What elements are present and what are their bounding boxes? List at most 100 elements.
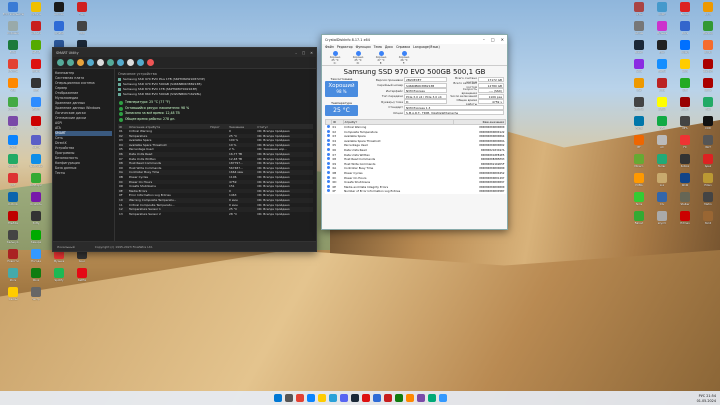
table-row[interactable]: 13 Temperature Sensor 2 28 °C OK: Всегда пр… — [118, 212, 313, 217]
crystaldiskinfo-window[interactable]: CrystalDiskInfo 8.17.1 x64 – □ ✕ Файл Ред… — [321, 34, 508, 230]
taskbar-app-icon[interactable] — [438, 394, 447, 402]
health-badge[interactable]: Хороший 98 % — [325, 81, 358, 97]
desktop-shortcut[interactable]: CS2 — [628, 78, 650, 97]
desktop-shortcut[interactable]: Civ — [651, 192, 673, 211]
clock-time[interactable]: 21:54 — [706, 394, 716, 398]
desktop-shortcut[interactable]: Fraps — [71, 2, 93, 21]
taskbar-app-icon[interactable] — [405, 394, 414, 402]
desktop-shortcut[interactable]: Apex — [697, 154, 719, 173]
desktop-shortcut[interactable]: Steam — [628, 40, 650, 59]
desktop-shortcut[interactable]: Uplay — [674, 40, 696, 59]
desktop-shortcut[interactable]: Hitman — [674, 211, 696, 230]
desktop-shortcut[interactable]: WoT — [697, 135, 719, 154]
desktop-shortcut[interactable]: Wargam — [697, 59, 719, 78]
menu-item[interactable]: Language(Язык) — [413, 45, 440, 49]
desktop-shortcut[interactable]: AC — [651, 135, 673, 154]
minimize-icon[interactable]: – — [483, 37, 485, 42]
desktop-shortcut[interactable]: PDF — [2, 173, 24, 192]
disk-tab[interactable]: Хорошо 27 °C E: — [371, 51, 391, 65]
desktop-shortcut[interactable]: Игры — [628, 2, 650, 21]
desktop-shortcut[interactable]: FileZilla — [2, 211, 24, 230]
desktop-shortcut[interactable]: Forza — [628, 116, 650, 135]
desktop-shortcut[interactable]: GOG — [628, 59, 650, 78]
desktop-shortcut[interactable]: Dota — [651, 78, 673, 97]
cdi-titlebar[interactable]: CrystalDiskInfo 8.17.1 x64 – □ ✕ — [322, 35, 507, 44]
desktop-shortcut[interactable]: COD — [697, 116, 719, 135]
desktop-shortcut[interactable]: Doom — [674, 97, 696, 116]
language-indicator[interactable]: РУС — [699, 394, 705, 398]
desktop-shortcut[interactable]: Zoom — [25, 97, 47, 116]
desktop-shortcut[interactable]: NFS — [674, 116, 696, 135]
desktop-shortcut[interactable]: Halo — [697, 97, 719, 116]
tools-icon[interactable] — [127, 59, 134, 66]
menu-item[interactable]: Справка — [396, 45, 410, 49]
desktop-shortcut[interactable]: Store — [2, 268, 24, 287]
desktop-shortcut[interactable]: MSI — [25, 116, 47, 135]
bios-icon[interactable] — [107, 59, 114, 66]
clock-date[interactable]: 01.05.2024 — [697, 399, 716, 404]
desktop-shortcut[interactable]: RDR2 — [697, 78, 719, 97]
desktop-shortcut[interactable]: Фото — [697, 2, 719, 21]
taskbar-app-icon[interactable] — [350, 394, 359, 402]
desktop-shortcut[interactable]: KMPlayer — [25, 173, 47, 192]
disk-tab[interactable]: Хорошо 25 °C D: — [348, 51, 368, 65]
desktop-shortcut[interactable]: Tomb — [697, 211, 719, 230]
smart-row[interactable]: 0F Number of Error Information Log Entrie… — [326, 189, 506, 194]
desktop-shortcut[interactable]: Origin — [697, 40, 719, 59]
menu-item[interactable]: Редактор — [337, 45, 353, 49]
desktop-shortcut[interactable]: Калькул. — [2, 230, 24, 249]
taskbar-app-icon[interactable] — [394, 394, 403, 402]
menu-item[interactable]: Тема — [374, 45, 382, 49]
desktop-shortcut[interactable]: Музыка — [651, 21, 673, 40]
taskbar-app-icon[interactable] — [317, 394, 326, 402]
maximize-icon[interactable]: □ — [302, 51, 305, 55]
close-icon[interactable]: ✕ — [310, 51, 313, 55]
desktop-shortcut[interactable]: Putty — [25, 211, 47, 230]
desktop-shortcut[interactable]: Новости — [2, 249, 24, 268]
desktop-shortcut[interactable]: WoW — [674, 173, 696, 192]
desktop-shortcut[interactable]: Файлы — [2, 287, 24, 306]
driver-icon[interactable] — [117, 59, 124, 66]
desktop-shortcut[interactable]: PUBG — [628, 173, 650, 192]
desktop-shortcut[interactable]: GPU-Z — [25, 40, 47, 59]
taskbar-app-icon[interactable] — [416, 394, 425, 402]
desktop-shortcut[interactable]: Minecr. — [628, 154, 650, 173]
desktop-shortcut[interactable]: Elden — [697, 173, 719, 192]
back-icon[interactable] — [57, 59, 64, 66]
taskbar-app-icon[interactable] — [295, 394, 304, 402]
desktop-shortcut[interactable]: Этот компьютер — [2, 2, 24, 21]
taskbar-app-icon[interactable] — [306, 394, 315, 402]
desktop-shortcut[interactable]: Excel — [2, 40, 24, 59]
desktop-shortcut[interactable]: BF — [628, 135, 650, 154]
desktop-shortcut[interactable]: Speccy — [2, 154, 24, 173]
desktop-shortcut[interactable]: Battle — [651, 59, 673, 78]
taskbar-app-icon[interactable] — [372, 394, 381, 402]
refresh-icon[interactable] — [87, 59, 94, 66]
desktop-shortcut[interactable]: Metro — [697, 192, 719, 211]
taskbar-app-icon[interactable] — [427, 394, 436, 402]
desktop-shortcut[interactable]: Witcher — [628, 97, 650, 116]
desktop-shortcut[interactable]: Камера — [25, 230, 47, 249]
menu-item[interactable]: Диск — [385, 45, 393, 49]
desktop-shortcut[interactable]: Chrome — [2, 59, 24, 78]
desktop-shortcut[interactable]: Terrar. — [651, 154, 673, 173]
device-item[interactable]: Samsung SSD 860 EVO 500GB (S3Z2NB0K71629… — [118, 92, 313, 97]
favorites-icon[interactable] — [137, 59, 144, 66]
desktop-shortcut[interactable]: Victoria — [25, 2, 47, 21]
desktop-shortcut[interactable]: Epic — [651, 40, 673, 59]
desktop-shortcut[interactable]: FC — [674, 135, 696, 154]
desktop-shortcut[interactable]: uTorrent — [2, 97, 24, 116]
up-icon[interactable] — [77, 59, 84, 66]
desktop-shortcut[interactable]: Rock — [674, 59, 696, 78]
desktop-shortcut[interactable]: TeamView — [25, 154, 47, 173]
desktop-shortcut[interactable]: Stalker — [674, 192, 696, 211]
desktop-shortcut[interactable]: Photo — [2, 135, 24, 154]
desktop-shortcut[interactable]: GTA — [674, 78, 696, 97]
desktop-shortcut[interactable]: LoL — [651, 173, 673, 192]
menu-item[interactable]: Функции — [356, 45, 371, 49]
hw-monitor-window[interactable]: SMART Utility – □ ✕ Компьютер Системная п… — [52, 47, 317, 252]
maximize-icon[interactable]: □ — [491, 37, 495, 42]
desktop-shortcut[interactable]: VLC — [2, 78, 24, 97]
report-icon[interactable] — [97, 59, 104, 66]
desktop-shortcut[interactable]: Crystal — [48, 21, 70, 40]
